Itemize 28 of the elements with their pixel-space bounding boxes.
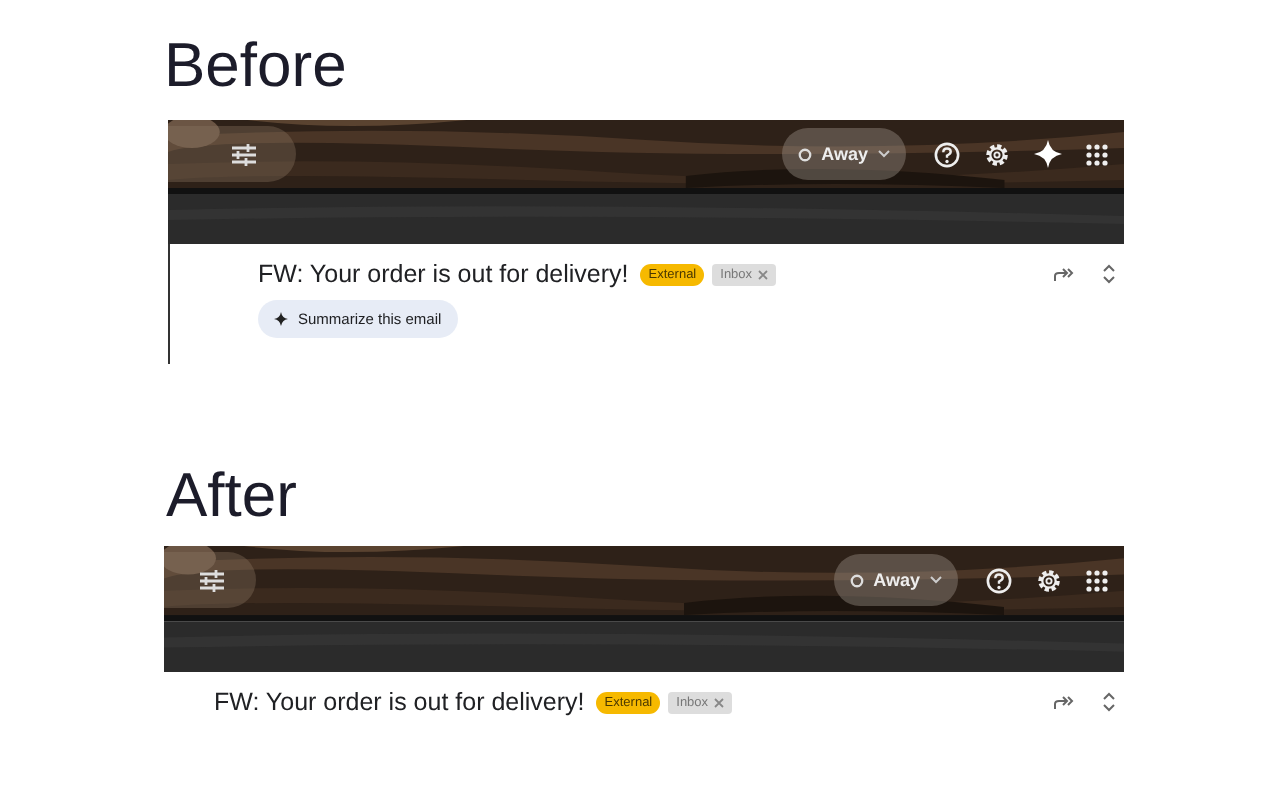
- apps-icon[interactable]: [1086, 143, 1108, 165]
- settings-icon[interactable]: [984, 141, 1010, 167]
- section-heading: Before: [164, 28, 349, 104]
- filter-button[interactable]: [164, 552, 256, 608]
- expand-icon[interactable]: [1102, 692, 1116, 712]
- settings-icon[interactable]: [1036, 567, 1062, 593]
- apps-icon[interactable]: [1086, 569, 1108, 591]
- section-heading: After: [166, 458, 299, 534]
- help-icon[interactable]: [986, 567, 1012, 593]
- sparkle-icon: [274, 312, 288, 326]
- sliders-icon: [232, 143, 256, 165]
- status-dropdown[interactable]: Away: [781, 128, 906, 180]
- status-circle-icon: [849, 573, 864, 587]
- status-dropdown[interactable]: Away: [833, 554, 958, 606]
- sparkle-icon[interactable]: [1034, 140, 1062, 168]
- close-icon[interactable]: [758, 269, 769, 279]
- email-subject: FW: Your order is out for delivery!: [258, 260, 629, 288]
- caret-icon: [930, 576, 942, 584]
- sliders-icon: [200, 569, 224, 591]
- close-icon[interactable]: [714, 697, 725, 707]
- forward-icon[interactable]: [1054, 267, 1074, 281]
- status-circle-icon: [797, 147, 812, 161]
- help-icon[interactable]: [934, 141, 960, 167]
- caret-icon: [878, 150, 890, 158]
- forward-icon[interactable]: [1054, 695, 1074, 709]
- filter-button[interactable]: [168, 126, 296, 182]
- email-subject: FW: Your order is out for delivery!: [214, 688, 585, 716]
- expand-icon[interactable]: [1102, 264, 1116, 284]
